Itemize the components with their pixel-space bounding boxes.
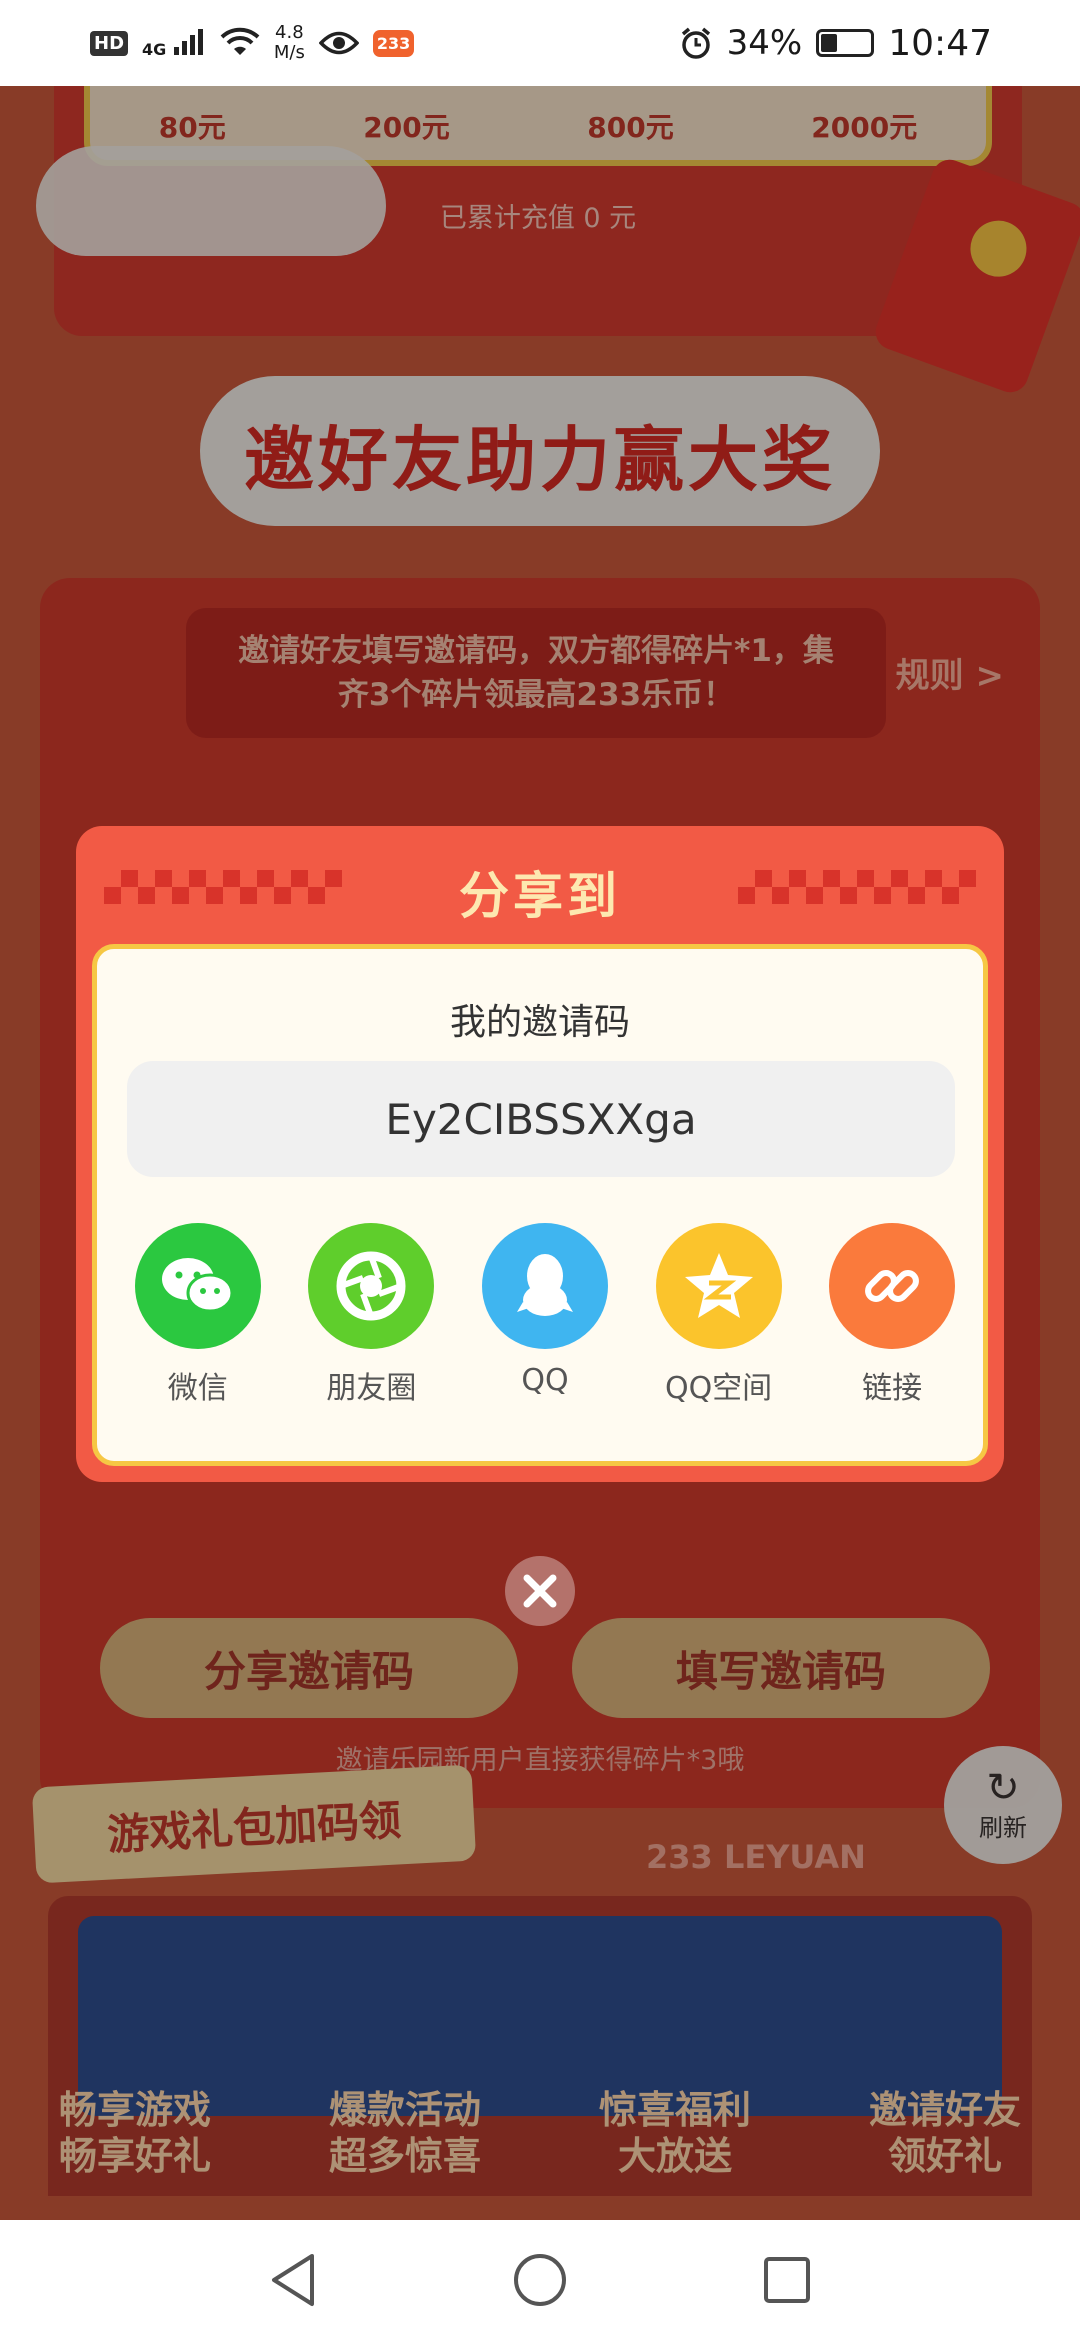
status-right: 34% 10:47 xyxy=(679,23,992,64)
share-circle xyxy=(134,1223,261,1349)
app-233-icon: 233 xyxy=(372,29,415,57)
status-left: HD 4G 4.8 M/s 233 xyxy=(90,23,415,63)
share-targets: 微信 朋友圈 QQ QQ空间 链接 xyxy=(111,1223,979,1407)
share-moments[interactable]: 朋友圈 xyxy=(285,1223,459,1407)
signal-label: 4G xyxy=(142,40,167,59)
eye-icon xyxy=(318,31,359,55)
share-circle xyxy=(308,1223,435,1349)
net-speed-value: 4.8 xyxy=(275,22,304,43)
nav-recents-button[interactable] xyxy=(747,2240,827,2320)
dialog-title: 分享到 xyxy=(459,867,621,925)
clock: 10:47 xyxy=(888,22,992,64)
system-nav-bar xyxy=(0,2220,1080,2340)
invite-code-box[interactable]: Ey2CIBSSXXga xyxy=(127,1061,955,1177)
qq-icon xyxy=(516,1254,573,1316)
close-dialog-button[interactable] xyxy=(505,1556,575,1626)
share-circle xyxy=(481,1223,608,1349)
share-label: QQ xyxy=(521,1363,569,1398)
link-icon xyxy=(865,1270,920,1302)
share-qq[interactable]: QQ xyxy=(458,1223,632,1407)
back-triangle-icon xyxy=(272,2254,315,2306)
share-qzone[interactable]: QQ空间 xyxy=(632,1223,806,1407)
alarm-icon xyxy=(681,27,710,59)
signal-icon: 4G xyxy=(142,27,206,59)
nav-home-button[interactable] xyxy=(500,2240,580,2320)
wifi-icon xyxy=(220,27,260,55)
net-speed-unit: M/s xyxy=(273,42,305,63)
share-label: 链接 xyxy=(862,1371,923,1406)
hd-icon: HD xyxy=(90,30,129,56)
close-icon xyxy=(523,1574,557,1608)
home-circle-icon xyxy=(513,2254,566,2306)
share-circle xyxy=(655,1223,782,1349)
share-label: 微信 xyxy=(167,1371,228,1406)
battery-percent: 34% xyxy=(726,23,803,63)
battery-fill xyxy=(821,34,838,52)
signal-bars-icon xyxy=(173,29,203,55)
share-circle xyxy=(829,1223,956,1349)
share-wechat[interactable]: 微信 xyxy=(111,1223,285,1407)
wechat-icon xyxy=(161,1258,234,1313)
share-label: 朋友圈 xyxy=(326,1371,417,1406)
share-dialog: 分享到 我的邀请码 Ey2CIBSSXXga 微信 朋友圈 QQ QQ空间 链接 xyxy=(76,826,1004,1482)
share-link[interactable]: 链接 xyxy=(805,1223,979,1407)
moments-icon xyxy=(336,1251,406,1321)
qzone-icon xyxy=(684,1253,753,1318)
status-bar: HD 4G 4.8 M/s 233 34% 10:47 xyxy=(0,0,1080,86)
battery-icon xyxy=(816,29,875,57)
share-card: 我的邀请码 Ey2CIBSSXXga 微信 朋友圈 QQ QQ空间 链接 xyxy=(92,944,988,1466)
nav-back-button[interactable] xyxy=(253,2240,333,2320)
invite-code-label: 我的邀请码 xyxy=(449,1002,630,1043)
recents-square-icon xyxy=(763,2257,810,2303)
net-speed: 4.8 M/s xyxy=(274,23,305,63)
share-label: QQ空间 xyxy=(664,1371,773,1406)
